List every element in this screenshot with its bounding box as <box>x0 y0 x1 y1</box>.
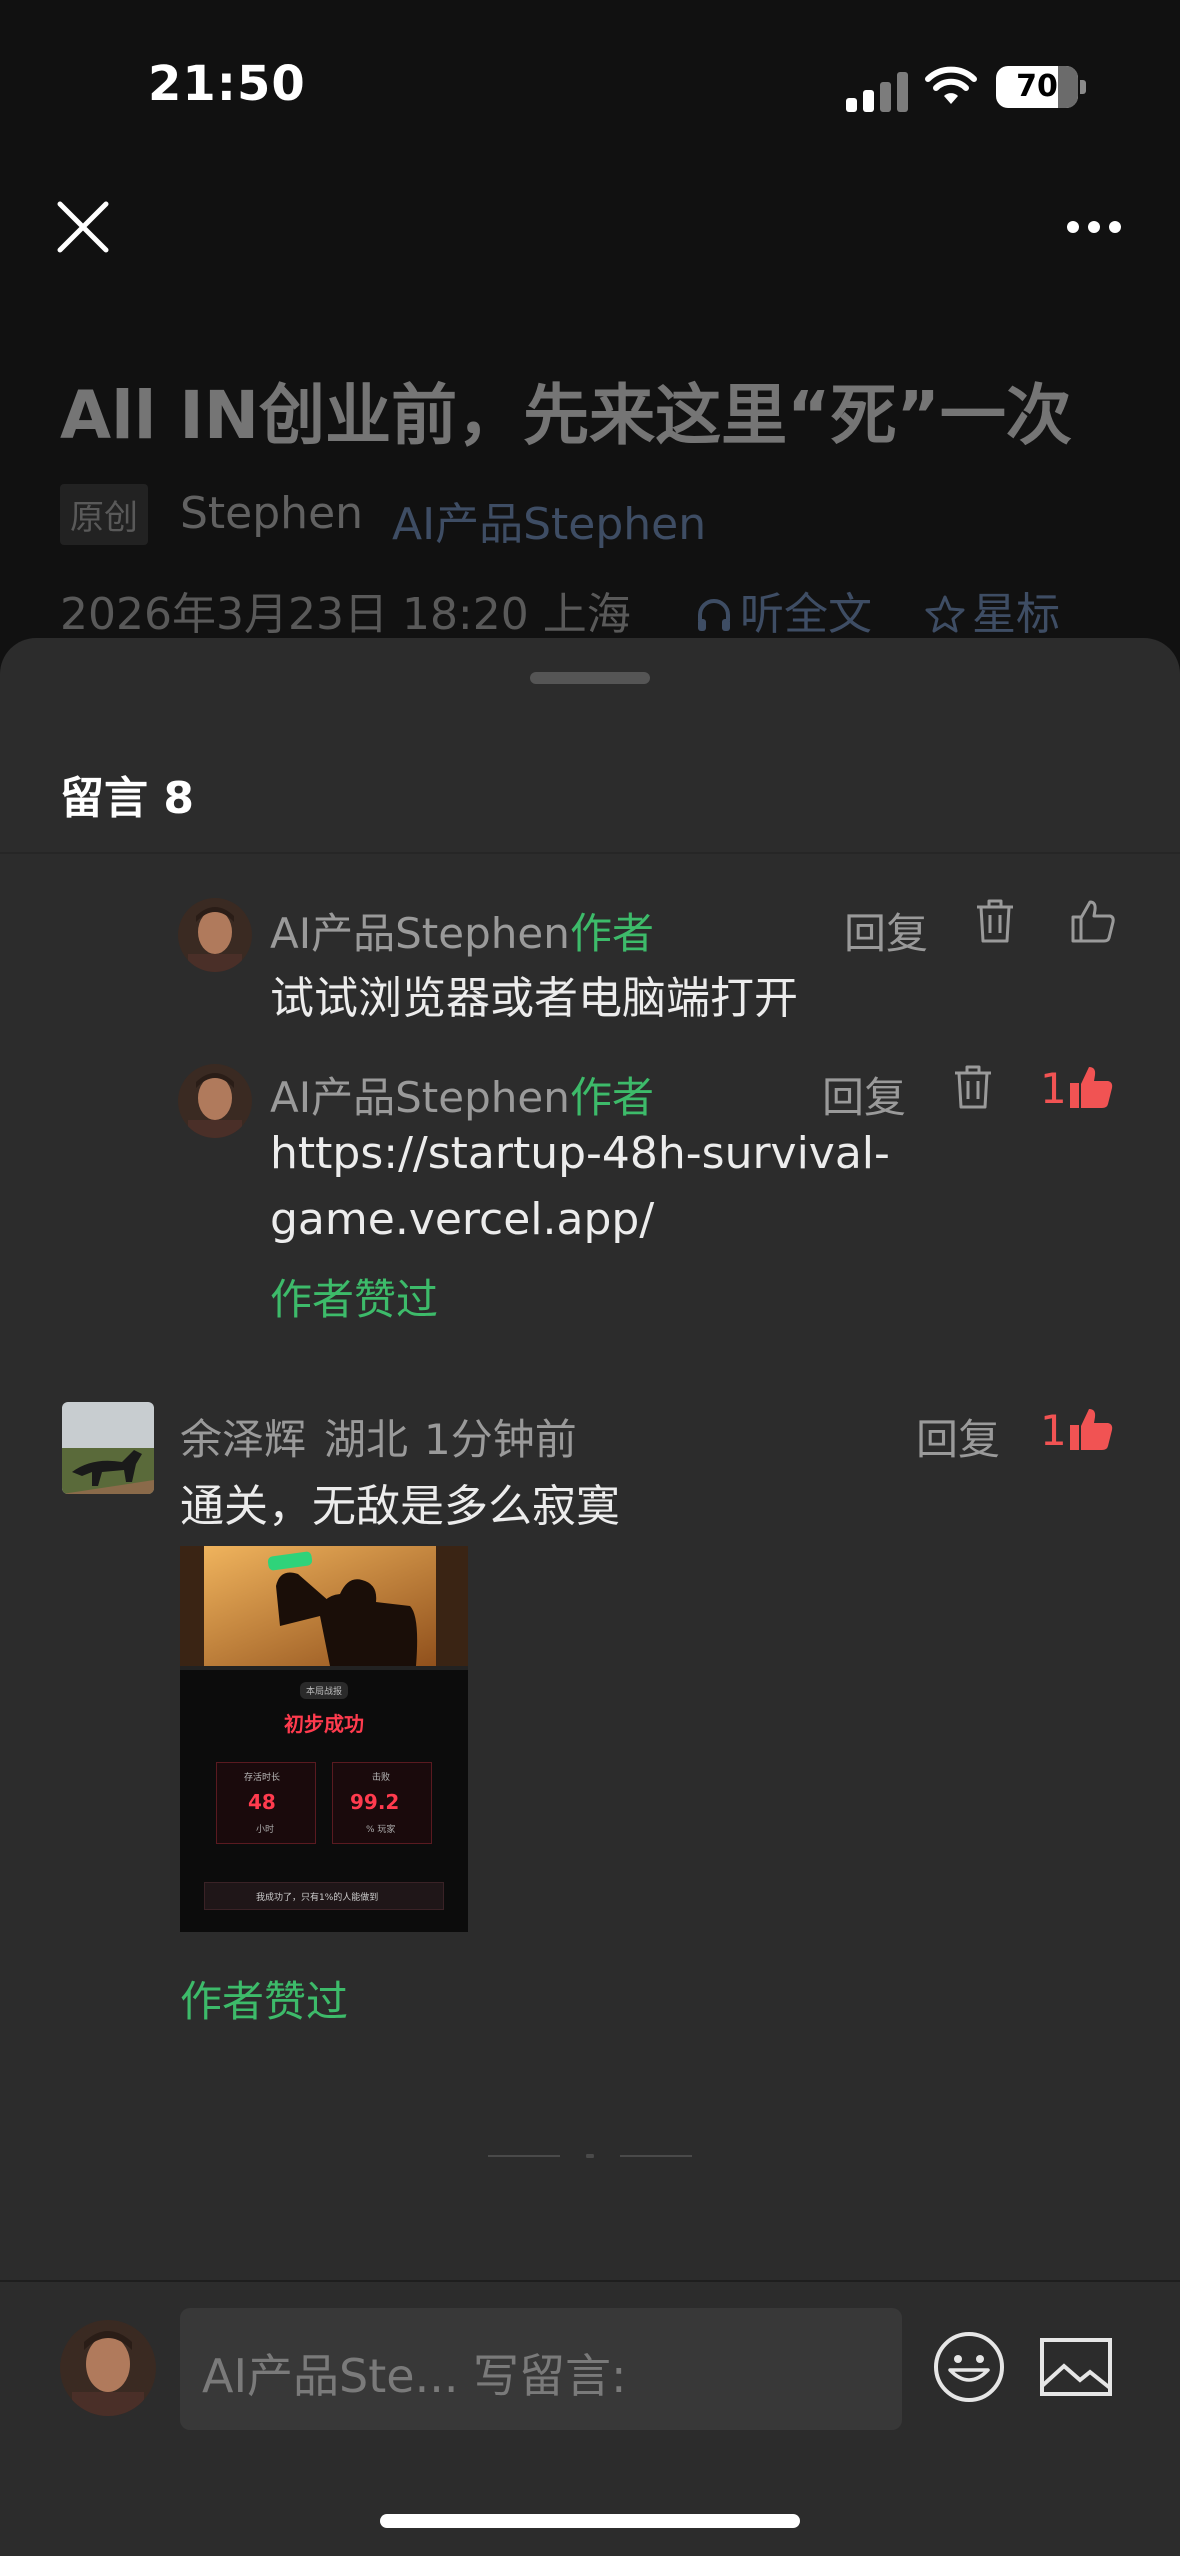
home-indicator[interactable] <box>380 2514 800 2528</box>
status-time: 21:50 <box>148 56 306 112</box>
avatar[interactable] <box>178 898 252 972</box>
delete-icon[interactable] <box>974 898 1016 944</box>
account-name-link[interactable]: AI产品Stephen <box>392 488 706 552</box>
author-tag: 作者 <box>570 1073 655 1122</box>
battery-level: 70 <box>1016 69 1058 104</box>
thumbs-up-filled-icon[interactable] <box>1068 1406 1114 1452</box>
divider <box>0 852 1180 854</box>
commenter-name[interactable]: 余泽辉 <box>180 1406 306 1467</box>
stat-value: 48 <box>248 1790 276 1814</box>
stat-value: 99.2 <box>350 1790 400 1814</box>
author-liked-label: 作者赞过 <box>180 1977 349 2026</box>
headphones-icon <box>698 599 730 631</box>
sheet-grabber[interactable] <box>530 672 650 684</box>
report-pill: 本局战报 <box>300 1682 349 1699</box>
stat-label: 击败 <box>372 1773 391 1783</box>
reply-username[interactable]: AI产品Stephen <box>270 1064 570 1125</box>
share-banner-text: 我成功了，只有1%的人能做到 <box>256 1893 379 1903</box>
listen-full-button[interactable]: 听全文 <box>694 578 872 642</box>
loading-indicator <box>488 2154 692 2158</box>
silhouette-photo <box>180 1546 468 1666</box>
comment-input-placeholder: AI产品Ste... 写留言: <box>202 2349 627 2403</box>
author-avatar-image <box>60 2320 156 2416</box>
reply-button[interactable]: 回复 <box>844 900 928 961</box>
star-label: 星标 <box>972 589 1060 640</box>
like-count: 1 <box>1040 1064 1067 1113</box>
star-icon <box>925 595 965 633</box>
divider <box>0 2280 1180 2282</box>
author-liked-label: 作者赞过 <box>270 1275 439 1324</box>
reply-link-text[interactable]: game.vercel.app/ <box>270 1194 654 1245</box>
author-avatar-image <box>178 898 252 972</box>
cellular-signal-icon <box>846 68 910 112</box>
listen-label: 听全文 <box>740 589 872 640</box>
reply-username[interactable]: AI产品Stephen <box>270 900 570 961</box>
thumbs-up-filled-icon[interactable] <box>1068 1064 1114 1110</box>
comments-title: 留言 8 <box>60 773 194 824</box>
battery-icon: 70 <box>996 66 1078 108</box>
more-options-icon[interactable] <box>1066 220 1122 234</box>
image-icon[interactable] <box>1040 2338 1112 2396</box>
battery-cap <box>1080 80 1086 94</box>
stat-label: 存活时长 <box>244 1773 281 1783</box>
author-tag: 作者 <box>570 909 655 958</box>
reply-button[interactable]: 回复 <box>916 1406 1000 1467</box>
like-count: 1 <box>1040 1406 1067 1455</box>
my-avatar[interactable] <box>60 2320 156 2416</box>
commenter-avatar[interactable] <box>62 1402 154 1494</box>
stat-unit: 小时 <box>256 1825 275 1835</box>
article-author: Stephen <box>180 488 364 539</box>
wifi-icon <box>925 66 977 104</box>
reply-text: 试试浏览器或者电脑端打开 <box>270 973 798 1024</box>
reply-button[interactable]: 回复 <box>822 1064 906 1125</box>
original-badge: 原创 <box>60 484 148 545</box>
star-button[interactable]: 星标 <box>924 578 1060 642</box>
close-icon[interactable] <box>56 200 110 254</box>
author-avatar-image <box>178 1064 252 1138</box>
report-headline: 初步成功 <box>284 1712 364 1736</box>
screen: 21:50 70 All IN创业前，先来这里“死”一次 原创 Stephen … <box>0 0 1180 2556</box>
comment-location: 湖北 <box>324 1415 409 1464</box>
avatar[interactable] <box>178 1064 252 1138</box>
comment-time: 1分钟前 <box>424 1415 577 1464</box>
delete-icon[interactable] <box>952 1064 994 1110</box>
comment-text: 通关，无敌是多么寂寞 <box>180 1481 620 1532</box>
reply-link-text[interactable]: https://startup-48h-survival- <box>270 1128 890 1179</box>
article-title: All IN创业前，先来这里“死”一次 <box>60 377 1072 454</box>
horse-avatar-image <box>62 1402 154 1494</box>
comment-image[interactable]: 本局战报 初步成功 存活时长 48 小时 击败 99.2 % 玩家 我成功了，只… <box>180 1546 468 1932</box>
publish-date-location: 2026年3月23日 18:20 上海 <box>60 589 631 640</box>
emoji-icon[interactable] <box>932 2330 1006 2404</box>
stat-unit: % 玩家 <box>366 1825 396 1835</box>
thumbs-up-icon[interactable] <box>1070 898 1116 944</box>
